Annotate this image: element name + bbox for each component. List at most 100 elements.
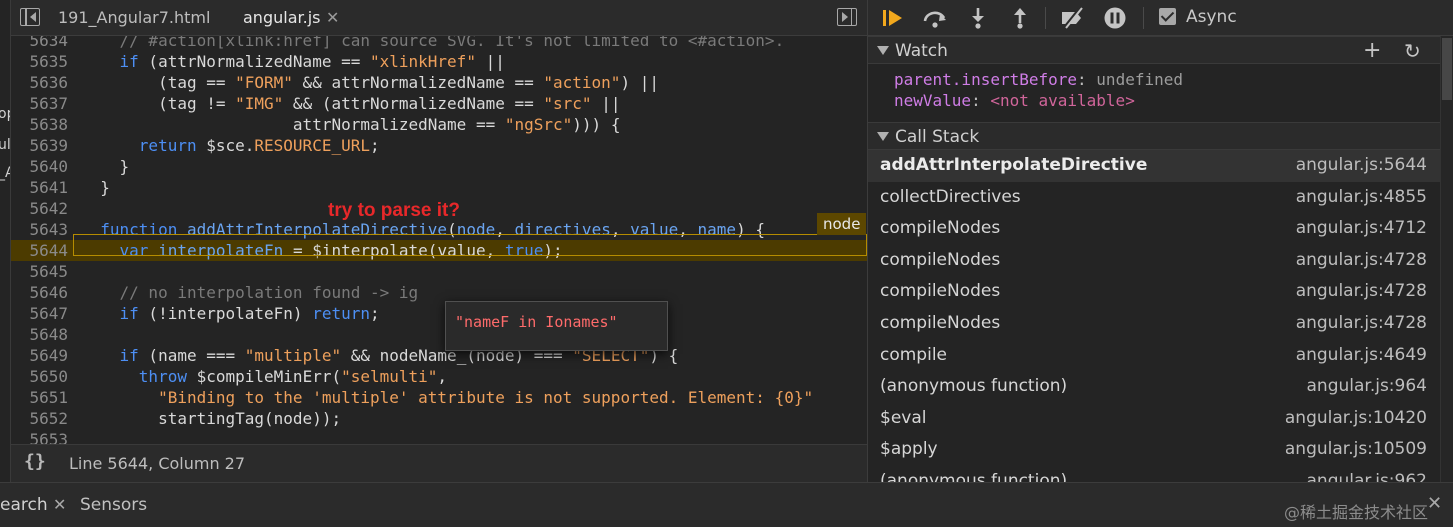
call-stack-frame[interactable]: addAttrInterpolateDirective angular.js:56… bbox=[868, 150, 1440, 182]
code-text: attrNormalizedName == "ngSrc"))) { bbox=[81, 114, 621, 135]
code-text: if (attrNormalizedName == "xlinkHref" || bbox=[81, 51, 505, 72]
step-into-icon[interactable] bbox=[965, 5, 991, 31]
call-stack-frame[interactable]: compileNodes angular.js:4728 bbox=[868, 245, 1440, 277]
frame-location-link[interactable]: angular.js:4728 bbox=[1296, 250, 1427, 270]
inline-value-badge: node bbox=[817, 213, 867, 235]
watch-item[interactable]: parent.insertBefore: undefined bbox=[894, 70, 1183, 91]
line-number[interactable]: 5635 bbox=[11, 51, 68, 72]
call-stack-section-header[interactable]: Call Stack bbox=[868, 122, 1440, 150]
frame-location-link[interactable]: angular.js:962 bbox=[1307, 471, 1428, 482]
line-number[interactable]: 5643 bbox=[11, 219, 68, 240]
line-number[interactable]: 5651 bbox=[11, 387, 68, 408]
call-stack-frame[interactable]: compileNodes angular.js:4728 bbox=[868, 276, 1440, 308]
pause-on-exceptions-icon[interactable] bbox=[1102, 5, 1128, 31]
toggle-debugger-icon[interactable] bbox=[837, 8, 857, 26]
async-checkbox[interactable] bbox=[1159, 8, 1176, 25]
vertical-scrollbar[interactable] bbox=[1440, 36, 1453, 482]
cursor-position: Line 5644, Column 27 bbox=[69, 454, 246, 473]
code-editor[interactable]: 5634 // #action[xlink:href] can source S… bbox=[11, 36, 867, 444]
frame-location-link[interactable]: angular.js:964 bbox=[1307, 376, 1428, 396]
call-stack-frame[interactable]: $apply angular.js:10509 bbox=[868, 434, 1440, 466]
refresh-watch-icon[interactable]: ↻ bbox=[1404, 39, 1421, 63]
code-line: 5634 // #action[xlink:href] can source S… bbox=[11, 36, 867, 51]
call-stack-frame[interactable]: compileNodes angular.js:4728 bbox=[868, 308, 1440, 340]
line-number[interactable]: 5639 bbox=[11, 135, 68, 156]
line-number[interactable]: 5646 bbox=[11, 282, 68, 303]
line-number[interactable]: 5642 bbox=[11, 198, 68, 219]
code-line: 5653 bbox=[11, 429, 867, 444]
frame-location-link[interactable]: angular.js:4855 bbox=[1296, 187, 1427, 207]
code-token: (name === bbox=[138, 346, 245, 365]
line-number[interactable]: 5644 bbox=[11, 240, 68, 261]
line-number[interactable]: 5636 bbox=[11, 72, 68, 93]
tab-close-icon[interactable]: ✕ bbox=[326, 0, 339, 36]
code-line: 5645 bbox=[11, 261, 867, 282]
drawer-tab-sensors[interactable]: Sensors bbox=[80, 495, 147, 515]
code-token: if bbox=[119, 52, 139, 71]
tab-191-angular7-html[interactable]: 191_Angular7.html bbox=[58, 0, 210, 36]
resume-icon[interactable] bbox=[880, 5, 906, 31]
toggle-navigator-icon[interactable] bbox=[20, 8, 40, 26]
code-token: (tag != bbox=[81, 94, 236, 113]
watch-item[interactable]: newValue: <not available> bbox=[894, 91, 1135, 112]
toolbar-separator bbox=[1045, 7, 1046, 29]
frame-function-name: compileNodes bbox=[880, 218, 1001, 239]
line-number[interactable]: 5637 bbox=[11, 93, 68, 114]
frame-location-link[interactable]: angular.js:5644 bbox=[1296, 155, 1427, 175]
line-number[interactable]: 5645 bbox=[11, 261, 68, 282]
close-search-tab-icon[interactable]: ✕ bbox=[53, 495, 66, 514]
call-stack-frame[interactable]: (anonymous function) angular.js:964 bbox=[868, 371, 1440, 403]
collapse-triangle-icon bbox=[877, 132, 889, 141]
frame-location-link[interactable]: angular.js:4712 bbox=[1296, 218, 1427, 238]
line-number[interactable]: 5647 bbox=[11, 303, 68, 324]
line-number[interactable]: 5640 bbox=[11, 156, 68, 177]
frame-location-link[interactable]: angular.js:10420 bbox=[1285, 408, 1427, 428]
line-number[interactable]: 5649 bbox=[11, 345, 68, 366]
call-stack-list: addAttrInterpolateDirective angular.js:56… bbox=[868, 150, 1440, 482]
step-over-icon[interactable] bbox=[922, 5, 948, 31]
code-token: ); bbox=[543, 241, 563, 260]
line-number[interactable]: 5634 bbox=[11, 36, 68, 51]
watch-section-header[interactable]: Watch + ↻ bbox=[868, 36, 1440, 64]
code-text: throw $compileMinErr("selmulti", bbox=[81, 366, 447, 387]
frame-location-link[interactable]: angular.js:4728 bbox=[1296, 313, 1427, 333]
frame-location-link[interactable]: angular.js:4649 bbox=[1296, 345, 1427, 365]
call-stack-frame[interactable]: compile angular.js:4649 bbox=[868, 340, 1440, 372]
frame-location-link[interactable]: angular.js:4728 bbox=[1296, 281, 1427, 301]
line-number[interactable]: 5648 bbox=[11, 324, 68, 345]
line-number[interactable]: 5641 bbox=[11, 177, 68, 198]
call-stack-frame[interactable]: (anonymous function) angular.js:962 bbox=[868, 466, 1440, 482]
line-number[interactable]: 5652 bbox=[11, 408, 68, 429]
vertical-scroll-thumb[interactable] bbox=[1442, 38, 1452, 100]
code-token: || bbox=[591, 94, 621, 113]
call-stack-frame[interactable]: $eval angular.js:10420 bbox=[868, 403, 1440, 435]
line-number[interactable]: 5653 bbox=[11, 429, 68, 444]
code-text: var interpolateFn = $interpolate(value, … bbox=[81, 240, 563, 261]
code-line: 5641 } bbox=[11, 177, 867, 198]
code-token: true bbox=[504, 241, 544, 260]
call-stack-frame[interactable]: compileNodes angular.js:4712 bbox=[868, 213, 1440, 245]
frame-function-name: collectDirectives bbox=[880, 186, 1021, 207]
close-drawer-icon[interactable]: ✕ bbox=[1427, 493, 1442, 514]
deactivate-breakpoints-icon[interactable] bbox=[1059, 5, 1085, 31]
add-watch-icon[interactable]: + bbox=[1363, 38, 1381, 63]
step-out-icon[interactable] bbox=[1007, 5, 1033, 31]
code-token: function bbox=[100, 220, 178, 239]
line-number[interactable]: 5650 bbox=[11, 366, 68, 387]
drawer-tab-search[interactable]: earch bbox=[0, 495, 48, 515]
code-token: attrNormalizedName == bbox=[81, 115, 505, 134]
code-token: , bbox=[610, 220, 631, 239]
frame-location-link[interactable]: angular.js:10509 bbox=[1285, 439, 1427, 459]
watch-title: Watch bbox=[895, 41, 948, 61]
code-text: // no interpolation found -> ig bbox=[81, 282, 419, 303]
call-stack-frame[interactable]: collectDirectives angular.js:4855 bbox=[868, 182, 1440, 214]
code-line: 5643 function addAttrInterpolateDirectiv… bbox=[11, 219, 867, 240]
pretty-print-icon[interactable]: {} bbox=[24, 451, 46, 472]
line-number[interactable]: 5638 bbox=[11, 114, 68, 135]
tab-angular-js[interactable]: angular.js bbox=[243, 0, 320, 36]
code-text: "Binding to the 'multiple' attribute is … bbox=[81, 387, 813, 408]
code-token: "selmulti" bbox=[341, 367, 438, 386]
